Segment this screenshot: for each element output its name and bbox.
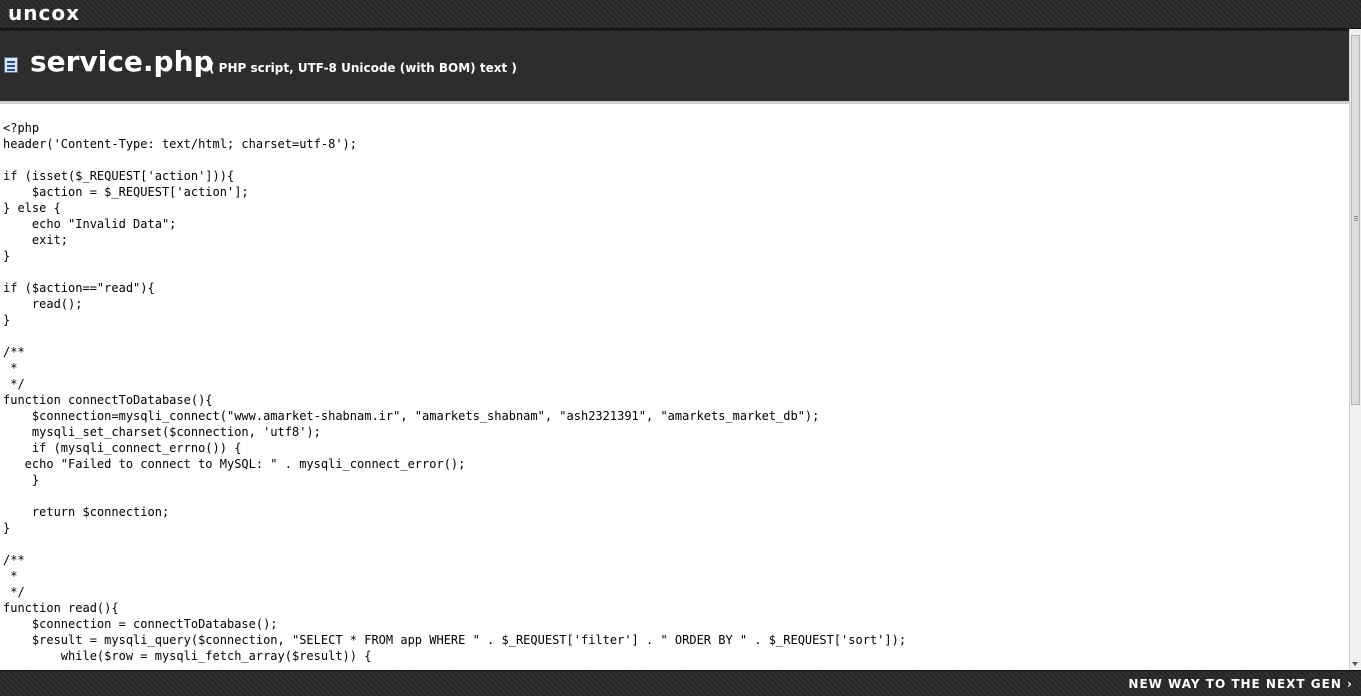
scroll-down-arrow-icon[interactable]: [1352, 662, 1358, 666]
file-name: service.php: [30, 45, 214, 78]
file-icon: [4, 57, 18, 73]
footer-bar: NEW WAY TO THE NEXT GEN ›: [0, 670, 1361, 696]
file-type-info: ( PHP script, UTF-8 Unicode (with BOM) t…: [209, 61, 517, 75]
uncox-logo[interactable]: uncox: [8, 1, 80, 25]
top-bar: uncox: [0, 0, 1361, 29]
scrollbar-thumb[interactable]: [1351, 35, 1360, 405]
code-viewer[interactable]: <?php header('Content-Type: text/html; c…: [0, 101, 1349, 670]
source-code[interactable]: <?php header('Content-Type: text/html; c…: [0, 104, 1349, 664]
file-header: service.php ( PHP script, UTF-8 Unicode …: [0, 29, 1349, 103]
scroll-grip-icon: [1354, 216, 1358, 217]
vertical-scrollbar[interactable]: [1349, 29, 1361, 670]
footer-tagline-link[interactable]: NEW WAY TO THE NEXT GEN ›: [1128, 676, 1353, 692]
